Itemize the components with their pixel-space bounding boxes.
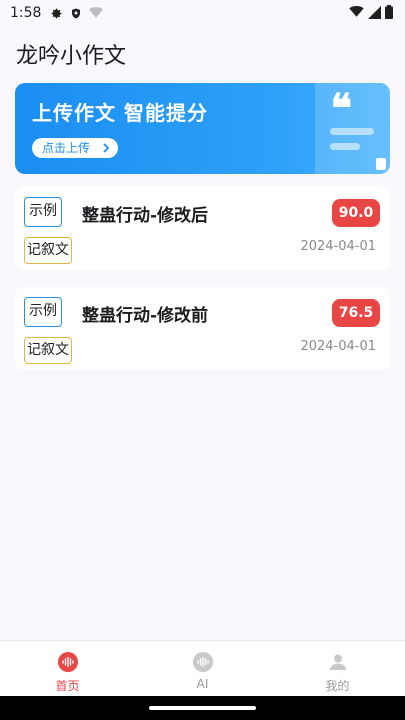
- wifi-off-icon: [89, 6, 104, 20]
- decoration-corner: [376, 158, 386, 170]
- quote-icon: ❝: [330, 85, 352, 132]
- example-tag: 示例: [24, 297, 62, 327]
- nav-item-ai[interactable]: AI: [135, 641, 270, 696]
- essay-date: 2024-04-01: [300, 239, 376, 254]
- system-gesture-area: [0, 696, 405, 720]
- genre-tag: 记叙文: [24, 337, 72, 364]
- nav-label-home: 首页: [55, 679, 80, 693]
- home-waveform-icon: [57, 652, 78, 672]
- ai-waveform-icon: [192, 652, 213, 672]
- example-tag: 示例: [24, 197, 62, 227]
- nav-label-profile: 我的: [325, 679, 350, 693]
- upload-banner[interactable]: 上传作文 智能提分 点击上传 ❝: [15, 83, 390, 174]
- signal-icon: [368, 5, 381, 23]
- bottom-nav: 首页 AI 我的: [0, 640, 405, 696]
- shield-icon: [69, 6, 83, 20]
- wifi-icon: [349, 6, 364, 22]
- profile-icon: [328, 652, 348, 672]
- essay-title: 整蛊行动-修改后: [82, 206, 209, 226]
- banner-headline: 上传作文 智能提分: [32, 101, 208, 125]
- status-time: 1:58: [10, 5, 42, 21]
- nav-label-ai: AI: [196, 677, 209, 691]
- essay-card[interactable]: 示例 记叙文 整蛊行动-修改前 76.5 2024-04-01: [15, 287, 390, 370]
- score-badge: 90.0: [332, 199, 380, 227]
- home-gesture-handle[interactable]: [149, 706, 256, 710]
- genre-tag: 记叙文: [24, 237, 72, 264]
- essay-card[interactable]: 示例 记叙文 整蛊行动-修改后 90.0 2024-04-01: [15, 187, 390, 270]
- settings-icon: [49, 6, 63, 20]
- upload-button[interactable]: 点击上传: [32, 138, 119, 158]
- score-badge: 76.5: [332, 299, 380, 327]
- nav-item-home[interactable]: 首页: [0, 641, 135, 696]
- status-bar: 1:58: [0, 0, 405, 26]
- essay-date: 2024-04-01: [300, 339, 376, 354]
- upload-button-label: 点击上传: [42, 141, 91, 155]
- battery-icon: [385, 5, 393, 23]
- nav-item-profile[interactable]: 我的: [270, 641, 405, 696]
- essay-title: 整蛊行动-修改前: [82, 306, 209, 326]
- decoration-line: [330, 143, 360, 150]
- page-title: 龙吟小作文: [16, 44, 127, 69]
- chevron-right-icon: [102, 138, 110, 164]
- decoration-line: [330, 128, 374, 135]
